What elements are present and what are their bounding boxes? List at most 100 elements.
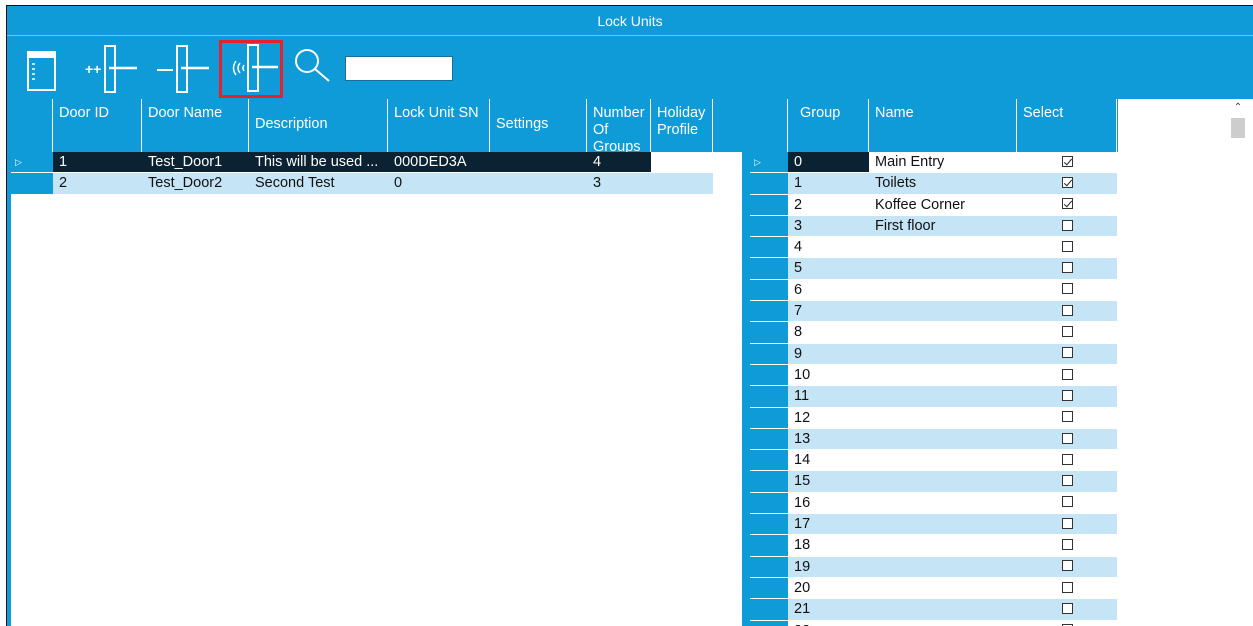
- row-header[interactable]: [750, 514, 788, 536]
- select-checkbox[interactable]: [1061, 581, 1073, 593]
- select-checkbox[interactable]: [1061, 368, 1073, 380]
- door-cell-settings[interactable]: [490, 173, 587, 195]
- doors-col-header[interactable]: Holiday Profile: [651, 99, 713, 152]
- select-checkbox[interactable]: [1061, 539, 1073, 551]
- group-number[interactable]: 12: [788, 407, 869, 429]
- groups-col-header[interactable]: Select: [1017, 99, 1117, 152]
- row-header[interactable]: [750, 577, 788, 600]
- select-checkbox[interactable]: [1061, 411, 1073, 423]
- row-header[interactable]: [750, 343, 788, 365]
- row-header[interactable]: [750, 194, 788, 216]
- group-name[interactable]: [869, 577, 1017, 600]
- doors-col-header[interactable]: Door ID: [53, 99, 142, 152]
- group-number[interactable]: 20: [788, 577, 869, 600]
- select-checkbox[interactable]: [1061, 155, 1073, 167]
- door-cell-name[interactable]: Test_Door2: [142, 173, 249, 195]
- group-number[interactable]: 10: [788, 364, 869, 387]
- row-header[interactable]: [750, 471, 788, 493]
- group-row[interactable]: 13: [750, 428, 1117, 451]
- group-row[interactable]: 5: [750, 258, 1117, 280]
- group-name[interactable]: [869, 556, 1017, 578]
- group-row[interactable]: 21: [750, 599, 1117, 621]
- row-header[interactable]: [750, 450, 788, 472]
- door-cell-name[interactable]: Test_Door1: [142, 152, 249, 174]
- group-number[interactable]: 22: [788, 620, 869, 626]
- group-number[interactable]: 19: [788, 556, 869, 578]
- doors-col-header[interactable]: Number Of Groups: [587, 99, 651, 155]
- group-number[interactable]: 11: [788, 386, 869, 408]
- group-row[interactable]: 18: [750, 535, 1117, 557]
- group-row[interactable]: 14: [750, 450, 1117, 472]
- group-number[interactable]: 4: [788, 237, 869, 259]
- group-name[interactable]: [869, 492, 1017, 515]
- row-header[interactable]: [750, 279, 788, 302]
- group-name[interactable]: [869, 514, 1017, 536]
- group-number[interactable]: 16: [788, 492, 869, 515]
- group-row[interactable]: 20: [750, 577, 1117, 600]
- row-header[interactable]: [750, 386, 788, 408]
- select-checkbox[interactable]: [1061, 176, 1073, 188]
- group-name[interactable]: [869, 428, 1017, 451]
- groups-col-header[interactable]: Group: [788, 99, 869, 152]
- group-number[interactable]: 14: [788, 450, 869, 472]
- group-row[interactable]: 9: [750, 343, 1117, 365]
- select-checkbox[interactable]: [1061, 453, 1073, 465]
- list-view-button[interactable]: [21, 44, 65, 96]
- select-checkbox[interactable]: [1061, 347, 1073, 359]
- door-cell-id[interactable]: 1: [53, 152, 142, 174]
- group-row[interactable]: 16: [750, 492, 1117, 515]
- group-row[interactable]: 11: [750, 386, 1117, 408]
- select-checkbox[interactable]: [1061, 283, 1073, 295]
- group-number[interactable]: 9: [788, 343, 869, 365]
- group-number[interactable]: 18: [788, 535, 869, 557]
- group-name[interactable]: [869, 450, 1017, 472]
- group-number[interactable]: 17: [788, 514, 869, 536]
- door-cell-groups[interactable]: 4: [587, 152, 651, 174]
- scroll-thumb[interactable]: [1231, 118, 1245, 138]
- group-row[interactable]: 10: [750, 364, 1117, 387]
- group-name[interactable]: [869, 407, 1017, 429]
- groups-col-header[interactable]: Name: [869, 99, 1017, 152]
- add-door-button[interactable]: ++: [81, 44, 141, 96]
- select-checkbox[interactable]: [1061, 560, 1073, 572]
- row-header[interactable]: ▷: [11, 152, 53, 174]
- row-header[interactable]: [750, 599, 788, 621]
- select-checkbox[interactable]: [1061, 304, 1073, 316]
- group-number[interactable]: 1: [788, 173, 869, 195]
- group-name[interactable]: [869, 620, 1017, 626]
- row-header[interactable]: [11, 173, 53, 195]
- door-cell-settings[interactable]: [490, 152, 587, 174]
- row-header[interactable]: [750, 301, 788, 323]
- row-header[interactable]: [750, 556, 788, 578]
- group-row[interactable]: 3 First floor: [750, 215, 1117, 238]
- group-name[interactable]: [869, 535, 1017, 557]
- group-name[interactable]: [869, 343, 1017, 365]
- group-name[interactable]: Main Entry: [869, 152, 1017, 174]
- door-cell-id[interactable]: 2: [53, 173, 142, 195]
- group-number[interactable]: 15: [788, 471, 869, 493]
- door-cell-description[interactable]: Second Test: [249, 173, 388, 195]
- row-header[interactable]: [750, 258, 788, 280]
- group-row[interactable]: 7: [750, 301, 1117, 323]
- row-header[interactable]: [750, 407, 788, 429]
- group-name[interactable]: [869, 301, 1017, 323]
- groups-scrollbar[interactable]: ⌃: [1225, 99, 1253, 626]
- group-row[interactable]: 17: [750, 514, 1117, 536]
- group-number[interactable]: 7: [788, 301, 869, 323]
- row-header[interactable]: [750, 173, 788, 195]
- group-number[interactable]: 2: [788, 194, 869, 216]
- group-row[interactable]: 19: [750, 556, 1117, 578]
- select-checkbox[interactable]: [1061, 475, 1073, 487]
- group-number[interactable]: 13: [788, 428, 869, 451]
- group-name[interactable]: Koffee Corner: [869, 194, 1017, 216]
- doors-col-header[interactable]: Description: [249, 99, 388, 152]
- row-header[interactable]: [750, 237, 788, 259]
- row-header[interactable]: ▷: [750, 152, 788, 174]
- group-row[interactable]: 12: [750, 407, 1117, 429]
- select-checkbox[interactable]: [1061, 219, 1073, 231]
- wireless-door-button[interactable]: [219, 40, 283, 98]
- select-checkbox[interactable]: [1061, 602, 1073, 614]
- select-checkbox[interactable]: [1061, 389, 1073, 401]
- group-name[interactable]: [869, 599, 1017, 621]
- door-cell-sn[interactable]: 000DED3A: [388, 152, 490, 174]
